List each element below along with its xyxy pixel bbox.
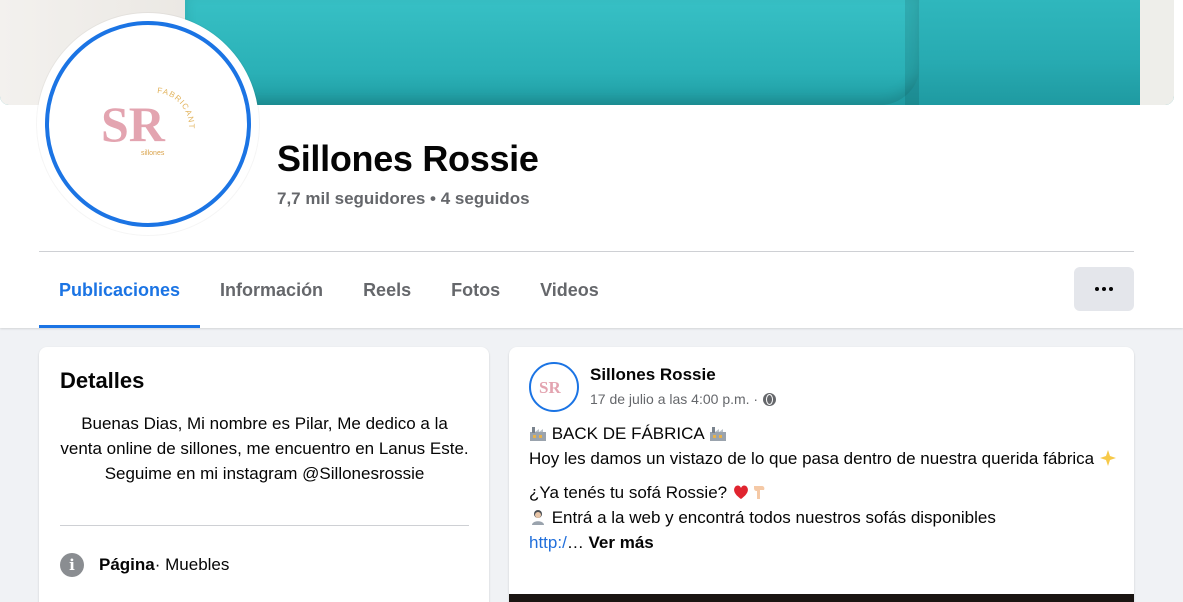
tab-reels[interactable]: Reels	[343, 252, 431, 328]
see-more-button[interactable]: Ver más	[584, 533, 654, 552]
category-label: Página	[99, 555, 155, 574]
bio-text: Buenas Dias, Mi nombre es Pilar, Me dedi…	[60, 411, 469, 486]
pointing-down-emoji-icon	[753, 486, 765, 499]
person-emoji-icon	[532, 510, 544, 525]
post-line: Entrá a la web y encontrá todos nuestros…	[547, 508, 996, 527]
heart-emoji-icon	[733, 485, 748, 499]
bio-line: Seguime en mi instagram @Sillonesrossie	[104, 464, 425, 483]
tab-fotos[interactable]: Fotos	[431, 252, 520, 328]
bio-line: Buenas Dias, Mi nombre es Pilar, Me dedi…	[60, 414, 469, 458]
profile-avatar[interactable]: FABRICANTES SR sillones	[37, 13, 259, 235]
sparkles-emoji-icon	[1099, 450, 1116, 466]
post-author-name[interactable]: Sillones Rossie	[590, 365, 716, 385]
post-media[interactable]	[509, 594, 1134, 602]
post-line: ¿Ya tenés tu sofá Rossie?	[529, 483, 732, 502]
info-icon: i	[60, 553, 84, 577]
brand-logo-small: SR	[539, 378, 561, 397]
post-line: BACK DE FÁBRICA	[547, 424, 709, 443]
svg-text:SR: SR	[539, 378, 561, 397]
svg-text:SR: SR	[101, 96, 166, 152]
details-title: Detalles	[60, 368, 145, 393]
category-row: i Página · Muebles	[60, 553, 229, 577]
page-title: Sillones Rossie	[277, 138, 539, 179]
details-divider	[60, 525, 469, 526]
more-options-button[interactable]	[1074, 267, 1134, 311]
profile-header: FABRICANTES SR sillones Sillones Rossie …	[0, 0, 1183, 328]
post-timestamp: 17 de julio a las 4:00 p.m. ·	[590, 391, 777, 407]
post-author-avatar[interactable]: SR	[529, 362, 579, 412]
tab-informacion[interactable]: Información	[200, 252, 343, 328]
tab-publicaciones[interactable]: Publicaciones	[39, 252, 201, 328]
more-dots-icon	[1095, 287, 1113, 291]
post-ellipsis: …	[566, 533, 584, 552]
globe-icon[interactable]	[763, 392, 777, 406]
post-text: BACK DE FÁBRICA Hoy les damos un vistazo…	[529, 421, 1119, 555]
details-card: Detalles Buenas Dias, Mi nombre es Pilar…	[39, 347, 489, 602]
svg-text:sillones: sillones	[141, 150, 165, 157]
factory-emoji-icon	[709, 427, 726, 441]
tab-videos[interactable]: Videos	[520, 252, 619, 328]
brand-logo: FABRICANTES SR sillones	[93, 79, 195, 157]
factory-emoji-icon	[530, 427, 546, 441]
followers-count[interactable]: 7,7 mil seguidores • 4 seguidos	[277, 189, 530, 209]
post-line: Hoy les damos un vistazo de lo que pasa …	[529, 449, 1099, 468]
post-card: SR Sillones Rossie 17 de julio a las 4:0…	[509, 347, 1134, 602]
post-date[interactable]: 17 de julio a las 4:00 p.m. ·	[590, 391, 758, 407]
profile-tabs: Publicaciones Información Reels Fotos Vi…	[39, 252, 619, 328]
post-link[interactable]: http:/	[529, 533, 567, 552]
category-value: · Muebles	[154, 555, 230, 574]
